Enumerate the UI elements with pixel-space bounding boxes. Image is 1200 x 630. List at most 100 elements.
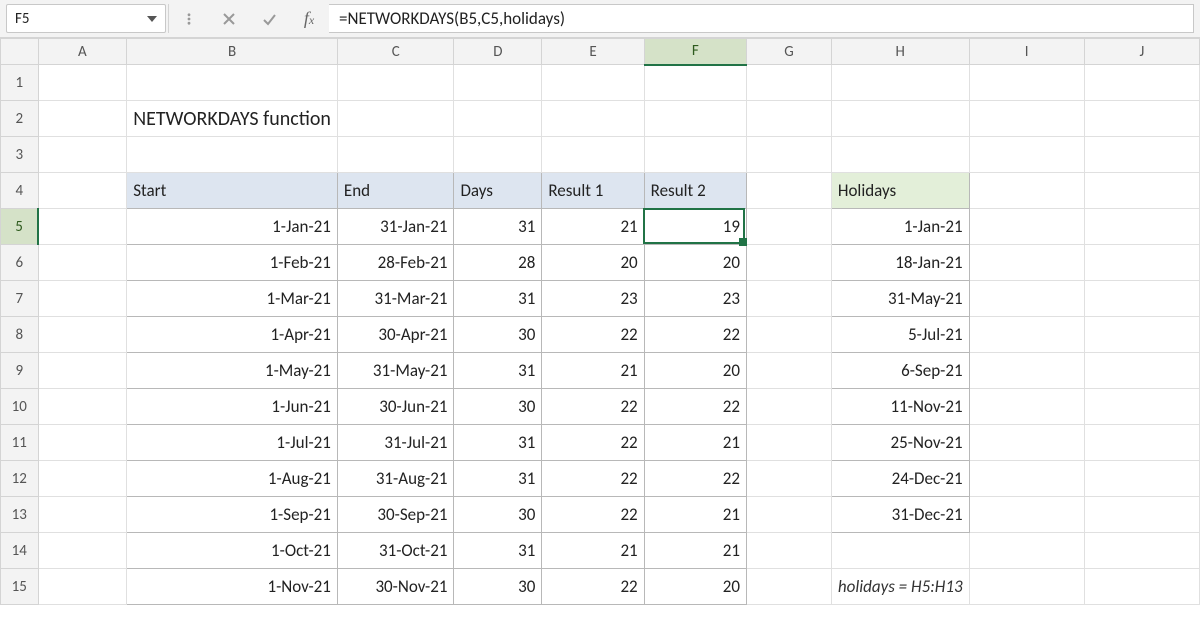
enter-button[interactable] [249,0,289,37]
cell-B9[interactable]: 1-May-21 [127,353,338,389]
cell-J15[interactable] [1084,569,1199,605]
cell-B5[interactable]: 1-Jan-21 [127,209,338,245]
cell-A2[interactable] [38,101,127,137]
cell-H14[interactable] [831,533,969,569]
cell-B3[interactable] [127,137,338,173]
cell-C12[interactable]: 31-Aug-21 [337,461,454,497]
cell-I10[interactable] [969,389,1084,425]
cell-B11[interactable]: 1-Jul-21 [127,425,338,461]
cell-A1[interactable] [38,65,127,101]
cell-F13[interactable]: 21 [644,497,746,533]
cell-H4[interactable]: Holidays [831,173,969,209]
cell-G2[interactable] [746,101,831,137]
cell-I5[interactable] [969,209,1084,245]
cell-A9[interactable] [38,353,127,389]
cell-D4[interactable]: Days [454,173,542,209]
cell-D9[interactable]: 31 [454,353,542,389]
cell-A7[interactable] [38,281,127,317]
cell-H3[interactable] [831,137,969,173]
cell-J13[interactable] [1084,497,1199,533]
cell-E5[interactable]: 21 [542,209,644,245]
cell-F12[interactable]: 22 [644,461,746,497]
cell-E4[interactable]: Result 1 [542,173,644,209]
cell-G3[interactable] [746,137,831,173]
cell-G11[interactable] [746,425,831,461]
cell-F1[interactable] [644,65,746,101]
cell-I15[interactable] [969,569,1084,605]
cell-G15[interactable] [746,569,831,605]
cell-F3[interactable] [644,137,746,173]
cell-I14[interactable] [969,533,1084,569]
cell-F10[interactable]: 22 [644,389,746,425]
cell-A6[interactable] [38,245,127,281]
cell-A15[interactable] [38,569,127,605]
cell-D3[interactable] [454,137,542,173]
column-header-A[interactable]: A [38,39,127,65]
cell-J9[interactable] [1084,353,1199,389]
cell-D5[interactable]: 31 [454,209,542,245]
cell-G7[interactable] [746,281,831,317]
cell-H9[interactable]: 6-Sep-21 [831,353,969,389]
cell-I9[interactable] [969,353,1084,389]
column-header-J[interactable]: J [1084,39,1199,65]
cell-J8[interactable] [1084,317,1199,353]
cell-C15[interactable]: 30-Nov-21 [337,569,454,605]
cell-C6[interactable]: 28-Feb-21 [337,245,454,281]
cell-I6[interactable] [969,245,1084,281]
row-header-10[interactable]: 10 [1,389,39,425]
cell-H7[interactable]: 31-May-21 [831,281,969,317]
cell-H2[interactable] [831,101,969,137]
cell-G10[interactable] [746,389,831,425]
column-header-C[interactable]: C [337,39,454,65]
cell-A12[interactable] [38,461,127,497]
cell-G12[interactable] [746,461,831,497]
cell-A5[interactable] [38,209,127,245]
cell-I1[interactable] [969,65,1084,101]
row-header-13[interactable]: 13 [1,497,39,533]
cell-E6[interactable]: 20 [542,245,644,281]
cell-C2[interactable] [337,101,454,137]
cell-J1[interactable] [1084,65,1199,101]
row-header-3[interactable]: 3 [1,137,39,173]
cell-C14[interactable]: 31-Oct-21 [337,533,454,569]
cell-J5[interactable] [1084,209,1199,245]
cell-H6[interactable]: 18-Jan-21 [831,245,969,281]
cell-A11[interactable] [38,425,127,461]
cell-D8[interactable]: 30 [454,317,542,353]
cell-C7[interactable]: 31-Mar-21 [337,281,454,317]
cell-C9[interactable]: 31-May-21 [337,353,454,389]
insert-function-button[interactable]: fx [289,0,329,37]
cell-F5[interactable]: 19 [644,209,746,245]
column-header-I[interactable]: I [969,39,1084,65]
row-header-8[interactable]: 8 [1,317,39,353]
cell-E14[interactable]: 21 [542,533,644,569]
cell-G6[interactable] [746,245,831,281]
cell-I11[interactable] [969,425,1084,461]
cell-A14[interactable] [38,533,127,569]
cell-C3[interactable] [337,137,454,173]
cell-B8[interactable]: 1-Apr-21 [127,317,338,353]
cell-J11[interactable] [1084,425,1199,461]
cell-D6[interactable]: 28 [454,245,542,281]
cell-F6[interactable]: 20 [644,245,746,281]
cell-E3[interactable] [542,137,644,173]
cell-E7[interactable]: 23 [542,281,644,317]
cell-J12[interactable] [1084,461,1199,497]
cell-I4[interactable] [969,173,1084,209]
cell-B12[interactable]: 1-Aug-21 [127,461,338,497]
cell-C11[interactable]: 31-Jul-21 [337,425,454,461]
cell-B4[interactable]: Start [127,173,338,209]
formula-input[interactable]: =NETWORKDAYS(B5,C5,holidays) [329,4,1194,33]
cell-E15[interactable]: 22 [542,569,644,605]
cell-H5[interactable]: 1-Jan-21 [831,209,969,245]
cell-E13[interactable]: 22 [542,497,644,533]
cell-D11[interactable]: 31 [454,425,542,461]
column-header-H[interactable]: H [831,39,969,65]
cell-E10[interactable]: 22 [542,389,644,425]
cell-G4[interactable] [746,173,831,209]
cell-G1[interactable] [746,65,831,101]
cell-F15[interactable]: 20 [644,569,746,605]
cell-F14[interactable]: 21 [644,533,746,569]
cell-E2[interactable] [542,101,644,137]
column-header-E[interactable]: E [542,39,644,65]
